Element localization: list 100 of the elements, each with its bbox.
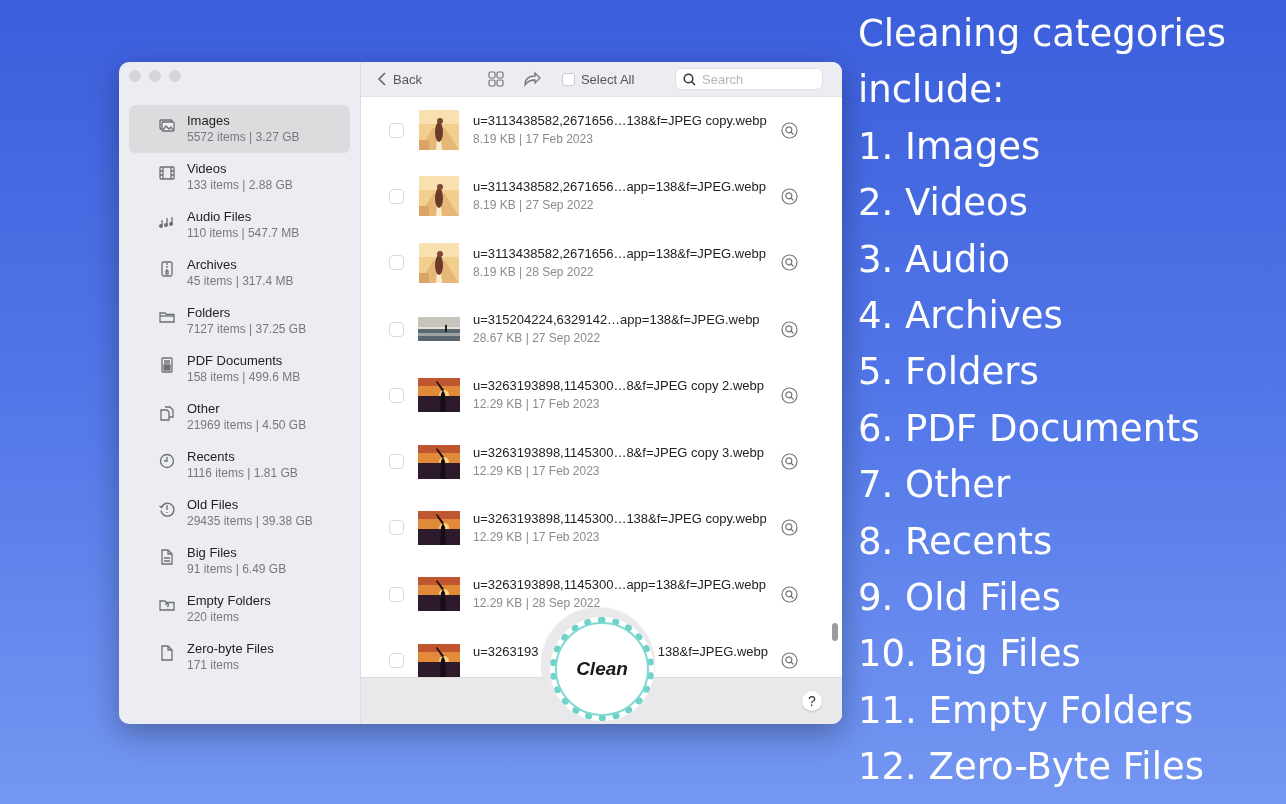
search-field[interactable]: Search (676, 69, 822, 89)
category-name: Other (187, 401, 221, 417)
file-details: 28.67 KB | 27 Sep 2022 (473, 330, 602, 348)
sidebar-item[interactable]: Videos 133 items | 2.88 GB (129, 153, 350, 201)
category-name: Big Files (187, 545, 238, 561)
back-button[interactable]: Back (377, 71, 422, 87)
category-stats: 1116 items | 1.81 GB (187, 465, 298, 481)
category-name: Recents (187, 449, 236, 465)
sidebar-item[interactable]: Images 5572 items | 3.27 GB (129, 105, 350, 153)
category-name: Empty Folders (187, 593, 271, 609)
sidebar-item[interactable]: PDF Documents 158 items | 499.6 MB (129, 345, 350, 393)
category-stats: 29435 items | 39.38 GB (187, 513, 313, 529)
sidebar-item[interactable]: Audio Files 110 items | 547.7 MB (129, 201, 350, 249)
copy-files-icon (158, 404, 176, 422)
category-name: Old Files (187, 497, 240, 513)
category-stats: 220 items (187, 609, 241, 625)
category-stats: 158 items | 499.6 MB (187, 369, 301, 385)
category-list-item: 6. PDF Documents (858, 405, 1201, 452)
category-list-item: 12. Zero-Byte Files (858, 744, 1205, 791)
file-name: u=3263193898,1145300…8&f=JPEG copy 2.webp (473, 377, 766, 396)
blank-file-icon (158, 644, 176, 662)
share-icon[interactable] (523, 71, 542, 87)
file-checkbox[interactable] (389, 520, 404, 536)
category-list-item: 10. Big Files (858, 631, 1082, 678)
file-details: 12.29 KB | 17 Feb 2023 (473, 528, 601, 546)
category-name: Archives (187, 257, 238, 273)
sidebar-item[interactable]: Big Files 91 items | 6.49 GB (129, 537, 350, 585)
file-details: 8.19 KB | 27 Sep 2022 (473, 197, 595, 215)
zip-file-icon (158, 260, 176, 278)
preview-icon[interactable] (781, 585, 798, 603)
category-name: Audio Files (187, 209, 253, 225)
sidebar-item[interactable]: Other 21969 items | 4.50 GB (129, 393, 350, 441)
category-stats: 110 items | 547.7 MB (187, 225, 300, 241)
history-icon (158, 500, 176, 518)
sidebar-item[interactable]: Old Files 29435 items | 39.38 GB (129, 489, 350, 537)
category-list-item: 9. Old Files (858, 575, 1062, 622)
file-name: u=3263193898,1145300…8&f=JPEG copy 3.webp (473, 443, 766, 462)
file-checkbox[interactable] (389, 321, 404, 337)
category-list-item: 11. Empty Folders (858, 687, 1195, 734)
category-list-item: 2. Videos (858, 180, 1029, 227)
preview-icon[interactable] (781, 652, 798, 669)
document-icon (158, 356, 176, 374)
file-name: u=3113438582,2671656…app=138&f=JPEG.webp (473, 244, 767, 263)
file-name: u=315204224,6329142…app=138&f=JPEG.webp (473, 311, 761, 330)
sidebar-item[interactable]: Recents 1116 items | 1.81 GB (129, 441, 350, 489)
category-name: Folders (187, 305, 232, 321)
file-details: 12.29 KB | 17 Feb 2023 (473, 396, 601, 414)
file-checkbox[interactable] (389, 122, 404, 138)
file-checkbox[interactable] (389, 188, 404, 204)
scrollbar[interactable] (832, 623, 838, 641)
clock-icon (158, 452, 176, 470)
file-checkbox[interactable] (389, 586, 404, 602)
file-checkbox[interactable] (389, 255, 404, 271)
file-checkbox[interactable] (389, 454, 404, 470)
sidebar-item[interactable]: Empty Folders 220 items (129, 585, 350, 633)
preview-icon[interactable] (781, 320, 798, 338)
category-stats: 133 items | 2.88 GB (187, 177, 293, 193)
category-stats: 91 items | 6.49 GB (187, 561, 287, 577)
sidebar-item[interactable]: Archives 45 items | 317.4 MB (129, 249, 350, 297)
grid-view-icon[interactable] (487, 71, 504, 87)
caption-heading: Cleaning categories include: (858, 11, 1227, 114)
file-details: 8.19 KB | 28 Sep 2022 (473, 263, 595, 281)
file-name: u=3113438582,2671656…138&f=JPEG copy.webp (473, 112, 768, 131)
file-name: 138&f=JPEG.webp (657, 642, 768, 661)
file-name: u=3113438582,2671656…app=138&f=JPEG.webp (473, 178, 767, 197)
preview-icon[interactable] (781, 187, 798, 205)
file-details: 8.19 KB | 17 Feb 2023 (473, 131, 594, 149)
chevron-left-icon (377, 72, 387, 86)
category-stats: 21969 items | 4.50 GB (187, 417, 307, 433)
file-name: u=3263193898,1145300…app=138&f=JPEG.webp (473, 576, 767, 595)
preview-icon[interactable] (781, 121, 798, 139)
category-stats: 5572 items | 3.27 GB (187, 129, 300, 145)
category-stats: 171 items (187, 657, 241, 673)
sidebar-item[interactable]: Zero-byte Files 171 items (129, 633, 350, 681)
category-list-item: 1. Images (858, 123, 1042, 170)
category-name: Videos (187, 161, 228, 177)
category-name: Zero-byte Files (187, 641, 274, 657)
file-icon (158, 548, 176, 566)
sidebar-item[interactable]: Folders 7127 items | 37.25 GB (129, 297, 350, 345)
category-name: PDF Documents (187, 353, 284, 369)
help-button[interactable]: ? (802, 691, 822, 711)
select-all-checkbox[interactable]: Select All (561, 71, 635, 87)
file-name: u=3263193898,1145300…138&f=JPEG copy.webp (473, 509, 768, 528)
category-list-item: 5. Folders (858, 349, 1040, 396)
file-details: 12.29 KB | 28 Sep 2022 (473, 595, 602, 613)
file-checkbox[interactable] (389, 653, 404, 668)
preview-icon[interactable] (781, 453, 798, 471)
category-list-item: 4. Archives (858, 293, 1064, 340)
file-name: u=3263193 (473, 642, 539, 661)
preview-icon[interactable] (781, 254, 798, 272)
category-name: Images (187, 113, 231, 129)
images-icon (158, 116, 176, 134)
category-stats: 7127 items | 37.25 GB (187, 321, 307, 337)
film-icon (158, 164, 176, 182)
search-icon (683, 73, 696, 86)
category-list-item: 7. Other (858, 462, 1012, 509)
preview-icon[interactable] (781, 386, 798, 404)
preview-icon[interactable] (781, 519, 798, 537)
file-checkbox[interactable] (389, 387, 404, 403)
file-details: 12.29 KB | 17 Feb 2023 (473, 462, 601, 480)
